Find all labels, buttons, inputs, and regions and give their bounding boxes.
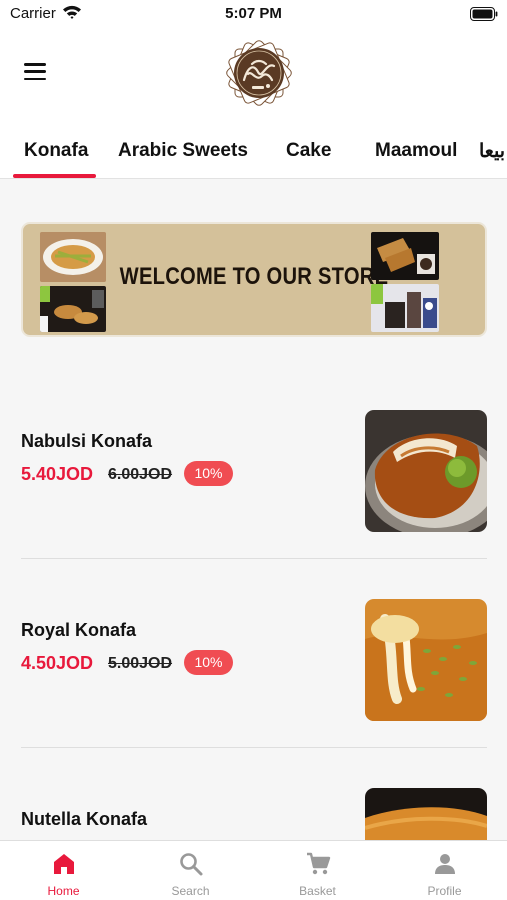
cart-icon	[307, 852, 331, 875]
tab-arabic-category[interactable]: بيعا	[479, 140, 505, 163]
app-header	[0, 30, 507, 120]
nav-label-basket: Basket	[299, 884, 336, 898]
nav-label-search: Search	[171, 884, 210, 898]
person-icon	[435, 854, 455, 874]
discount-badge: 10%	[184, 461, 233, 486]
nav-label-home: Home	[47, 884, 80, 898]
active-tab-indicator	[13, 174, 96, 178]
tab-konafa[interactable]: Konafa	[24, 140, 88, 162]
status-time: 5:07 PM	[225, 5, 282, 22]
hamburger-menu-icon[interactable]	[24, 63, 46, 81]
product-image[interactable]	[365, 599, 487, 721]
welcome-banner[interactable]: WELCOME TO OUR STORE	[21, 222, 487, 337]
banner-photo-gift-boxes	[371, 284, 439, 332]
product-old-price: 5.00JOD	[108, 655, 173, 672]
search-icon	[180, 853, 203, 876]
tab-cake[interactable]: Cake	[286, 140, 331, 162]
category-tabs: Konafa Arabic Sweets Cake Maamoul بيعا	[0, 120, 507, 179]
product-old-price: 6.00JOD	[108, 466, 173, 483]
battery-icon	[470, 7, 498, 21]
home-icon	[54, 854, 74, 874]
discount-badge: 10%	[184, 650, 233, 675]
product-name: Royal Konafa	[21, 620, 137, 640]
product-name: Nutella Konafa	[21, 809, 148, 829]
status-bar: Carrier 5:07 PM	[0, 0, 507, 30]
banner-photo-sweets-box	[371, 232, 439, 280]
nav-home[interactable]: Home	[0, 841, 127, 900]
tab-arabic-sweets[interactable]: Arabic Sweets	[118, 140, 248, 162]
tab-maamoul[interactable]: Maamoul	[375, 140, 457, 162]
banner-photo-pastry	[40, 286, 106, 332]
product-card[interactable]: Nabulsi Konafa 5.40JOD 6.00JOD 10%	[0, 370, 507, 560]
bottom-navigation: Home Search Basket Profile	[0, 840, 507, 900]
nav-search[interactable]: Search	[127, 841, 254, 900]
product-name: Nabulsi Konafa	[21, 431, 153, 451]
product-price: 5.40JOD	[21, 464, 94, 484]
product-price: 4.50JOD	[21, 653, 94, 673]
nav-label-profile: Profile	[427, 884, 462, 898]
bakery-logo-icon[interactable]	[222, 36, 296, 110]
product-image[interactable]	[365, 410, 487, 532]
product-card[interactable]: Royal Konafa 4.50JOD 5.00JOD 10%	[0, 559, 507, 749]
nav-basket[interactable]: Basket	[254, 841, 381, 900]
nav-profile[interactable]: Profile	[381, 841, 507, 900]
